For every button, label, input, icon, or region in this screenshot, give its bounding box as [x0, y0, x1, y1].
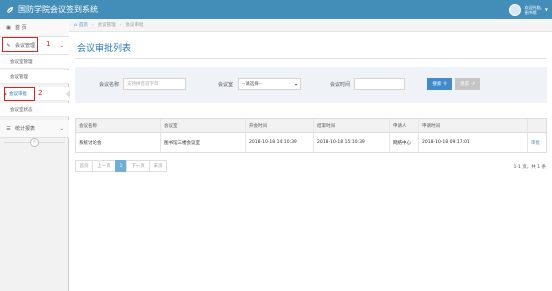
search-icon: ⚲ [443, 81, 447, 87]
column-header-apply-time[interactable]: 申请时间 [419, 119, 528, 132]
user-name: 欢迎光临, 图书馆 [525, 5, 542, 15]
top-navbar: 国防学院会议签到系统 欢迎光临, 图书馆 ▼ [0, 0, 552, 19]
sidebar-item-room-management[interactable]: 会议室管理 [0, 55, 69, 69]
meeting-time-label: 会议时间 [330, 82, 351, 88]
meeting-name-input[interactable]: 支持拼音首字母 [123, 78, 186, 90]
divider [75, 58, 547, 59]
breadcrumb: ⌂ 首页 › 会议管理 › 会议审批 [69, 19, 552, 32]
column-header-actions [528, 119, 546, 132]
pager-first[interactable]: 首页 [75, 160, 93, 172]
cell-meeting-name: 系统讨论会 [76, 133, 161, 152]
cell-room: 图书馆三楼会议室 [161, 133, 246, 152]
reset-button-label: 重置 [460, 82, 470, 87]
sidebar: ▣ 首 页 ✎ 会议管理 ⌄ 会议室管理 会议管理 ▸ 会议审批 会议室状态 ☰… [0, 19, 70, 291]
sidebar-item-label: 会议室状态 [10, 107, 33, 113]
annotation-box-1 [2, 37, 38, 52]
reset-button[interactable]: 重置 ↺ [455, 78, 480, 90]
sidebar-item-label: 统计报表 [15, 126, 36, 132]
meeting-time-input[interactable] [354, 78, 405, 90]
breadcrumb-home[interactable]: 首页 [79, 22, 88, 28]
dashboard-icon: ▣ [6, 24, 11, 31]
table-header: 会议名称 会议室 开会时间 结束时间 申请人 申请时间 [76, 119, 546, 133]
column-header-start-time[interactable]: 开会时间 [246, 119, 314, 132]
app-title: 国防学院会议签到系统 [18, 5, 98, 14]
annotation-number-1: 1 [46, 40, 51, 48]
user-label: 图书馆 [524, 9, 537, 15]
meeting-name-label: 会议名称 [99, 82, 120, 88]
table-row: 系统讨论会 图书馆三楼会议室 2018-10-18 14:10:39 2018-… [76, 133, 546, 152]
sidebar-collapse-button[interactable]: « [30, 138, 39, 147]
room-select[interactable]: --请选择-- ▾ [238, 78, 301, 90]
room-select-value: --请选择-- [242, 82, 262, 87]
breadcrumb-current: 会议审批 [125, 23, 144, 28]
undo-icon: ↺ [471, 81, 475, 87]
list-icon: ☰ [6, 125, 11, 132]
user-menu[interactable]: 欢迎光临, 图书馆 ▼ [508, 2, 548, 17]
annotation-number-2: 2 [38, 89, 43, 97]
caret-down-icon: ▼ [544, 7, 548, 12]
cell-apply-time: 2018-10-18 09:17:01 [419, 133, 528, 152]
chevron-down-icon: ▾ [294, 81, 297, 87]
search-button[interactable]: 搜索 ⚲ [427, 78, 452, 90]
column-header-room[interactable]: 会议室 [161, 119, 246, 132]
breadcrumb-meeting-management[interactable]: 会议管理 [98, 22, 116, 28]
home-icon[interactable]: ⌂ [74, 23, 77, 28]
sidebar-item-room-status[interactable]: 会议室状态 [0, 103, 69, 117]
pager-next[interactable]: 下一页 [126, 160, 150, 172]
cell-applicant: 网络中心 [390, 133, 419, 152]
breadcrumb-separator: › [119, 22, 122, 28]
brand[interactable]: 国防学院会议签到系统 [6, 4, 98, 15]
cell-end-time: 2018-10-18 15:10:39 [314, 133, 390, 152]
room-label: 会议室 [218, 82, 234, 88]
avatar [508, 3, 521, 16]
approve-link[interactable]: 审批 [531, 140, 540, 146]
chevron-down-icon: ⌄ [59, 42, 64, 49]
pagination: 首页 上一页 1 下一页 末页 [75, 160, 167, 172]
sidebar-item-home[interactable]: ▣ 首 页 [0, 19, 69, 37]
sidebar-item-label: 首 页 [15, 25, 27, 31]
sidebar-item-label: 会议管理 [10, 74, 28, 80]
column-header-applicant[interactable]: 申请人 [390, 119, 419, 132]
column-header-end-time[interactable]: 结束时间 [314, 119, 390, 132]
search-button-label: 搜索 [432, 82, 442, 87]
pager-last[interactable]: 末页 [149, 160, 167, 172]
pager-prev[interactable]: 上一页 [92, 160, 116, 172]
chevron-down-icon: ⌄ [59, 125, 64, 132]
leaf-icon [6, 6, 14, 14]
column-header-meeting-name[interactable]: 会议名称 [76, 119, 161, 132]
sidebar-item-meeting-management[interactable]: 会议管理 [0, 70, 69, 84]
meeting-name-placeholder: 支持拼音首字母 [127, 82, 159, 87]
sidebar-group-reports[interactable]: ☰ 统计报表 ⌄ [0, 120, 69, 138]
cell-start-time: 2018-10-18 14:10:39 [246, 133, 314, 152]
cell-actions: 审批 [528, 133, 546, 152]
sidebar-item-label: 会议室管理 [10, 59, 33, 65]
annotation-box-2 [4, 87, 35, 101]
page-title: 会议审批列表 [77, 44, 132, 54]
approval-table: 会议名称 会议室 开会时间 结束时间 申请人 申请时间 系统讨论会 图书馆三楼会… [75, 118, 547, 153]
pager-info: 1-1 页，共 1 条 [513, 165, 546, 170]
breadcrumb-separator: › [91, 22, 94, 28]
